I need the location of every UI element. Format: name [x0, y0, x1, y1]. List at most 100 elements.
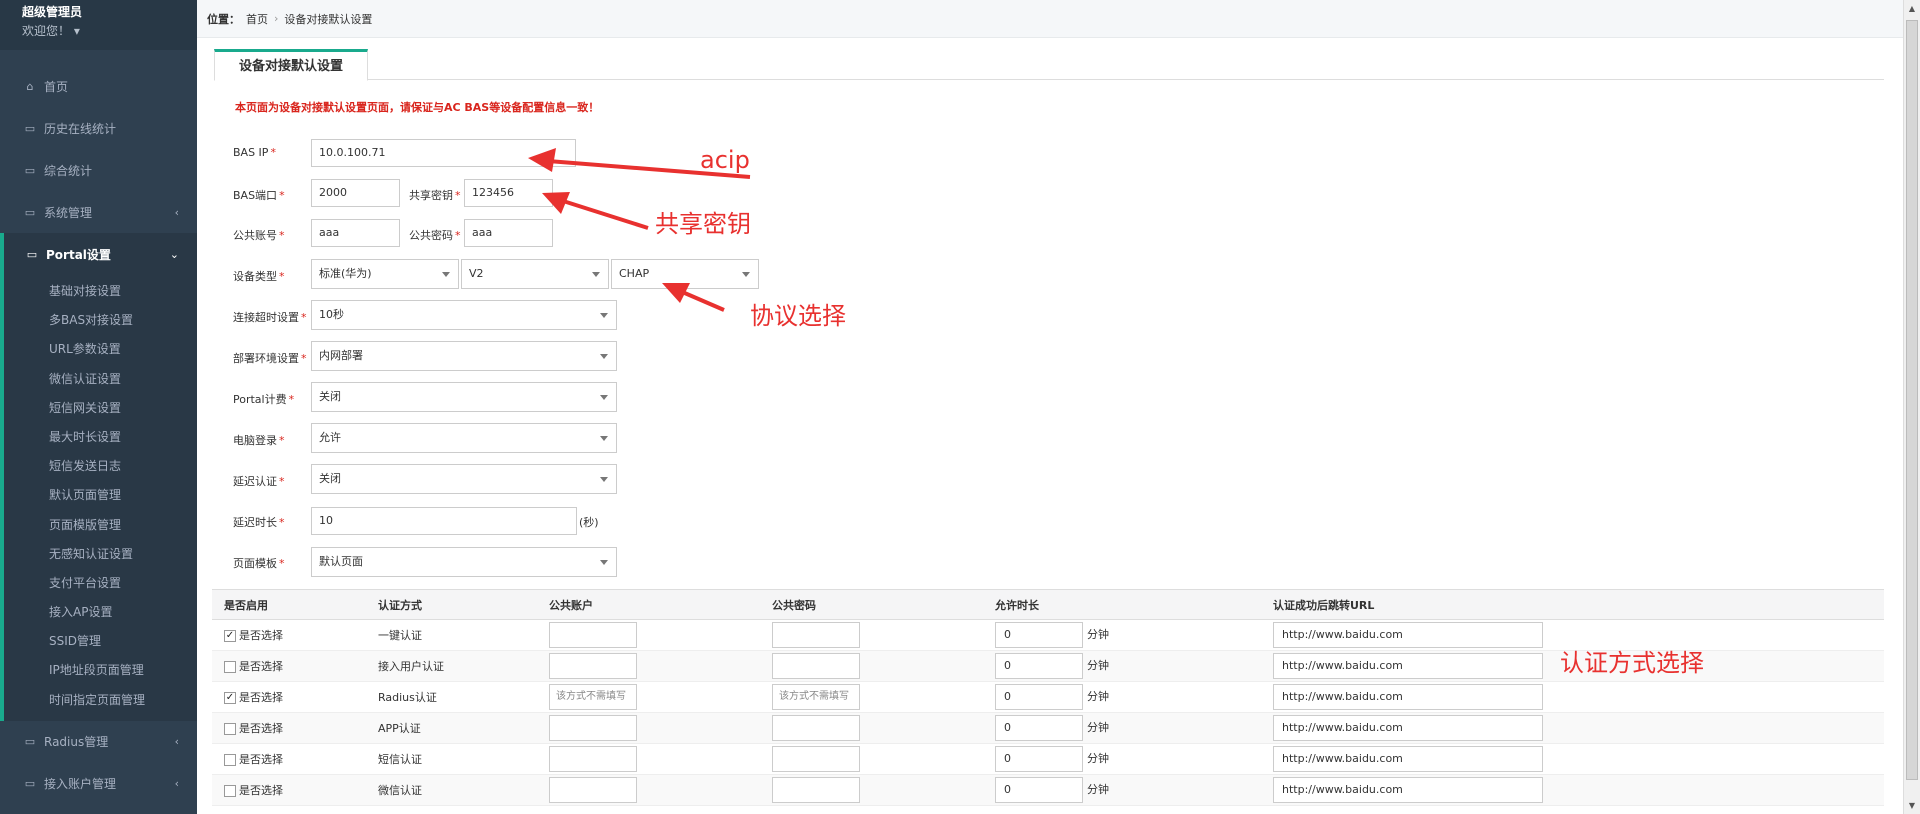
- version-select[interactable]: V2: [461, 259, 609, 289]
- chevron-left-icon: ‹: [174, 205, 179, 219]
- monitor-icon: ▭: [26, 247, 38, 261]
- public-password-input[interactable]: [772, 715, 860, 741]
- caret-down-icon: ▾: [73, 24, 80, 38]
- public-password-input[interactable]: aaa: [464, 219, 553, 247]
- chevron-down-icon: ⌄: [169, 247, 179, 261]
- monitor-icon: ▭: [24, 163, 36, 177]
- submenu-item[interactable]: 最大时长设置: [4, 423, 197, 452]
- enable-checkbox[interactable]: [224, 754, 236, 766]
- breadcrumb-separator: ›: [274, 12, 279, 25]
- submenu-item[interactable]: IP地址段页面管理: [4, 656, 197, 685]
- welcome-text[interactable]: 欢迎您！ ▾: [22, 22, 197, 39]
- monitor-icon: ▭: [24, 777, 36, 791]
- delay-time-input[interactable]: 10: [311, 507, 577, 535]
- submenu-item[interactable]: 短信网关设置: [4, 394, 197, 423]
- timeout-select[interactable]: 10秒: [311, 300, 617, 330]
- nav-item-accounts[interactable]: ▭ 接入账户管理 ‹: [0, 763, 197, 805]
- public-account-input[interactable]: [549, 653, 637, 679]
- delay-auth-select[interactable]: 关闭: [311, 464, 617, 494]
- device-type-select[interactable]: 标准(华为): [311, 259, 459, 289]
- user-profile[interactable]: 超级管理员 欢迎您！ ▾: [0, 0, 197, 50]
- tab-device-default-settings[interactable]: 设备对接默认设置: [214, 49, 369, 81]
- annotation-shared-secret: 共享密钥: [655, 210, 751, 238]
- public-password-input[interactable]: [772, 622, 860, 648]
- auth-method-name: 一键认证: [366, 619, 537, 651]
- redirect-url-input[interactable]: http://www.baidu.com: [1273, 622, 1543, 648]
- caret-down-icon: [742, 272, 750, 277]
- redirect-url-input[interactable]: http://www.baidu.com: [1273, 715, 1543, 741]
- redirect-url-input[interactable]: http://www.baidu.com: [1273, 653, 1543, 679]
- public-password-input[interactable]: [772, 746, 860, 772]
- scrollbar-thumb[interactable]: [1906, 20, 1918, 780]
- submenu-item[interactable]: 接入AP设置: [4, 598, 197, 627]
- submenu-item[interactable]: 默认页面管理: [4, 481, 197, 510]
- submenu-item[interactable]: URL参数设置: [4, 335, 197, 364]
- pc-login-label: 电脑登录 *: [233, 434, 285, 447]
- allowed-time-input[interactable]: 0: [995, 746, 1083, 772]
- notice-text: 本页面为设备对接默认设置页面，请保证与AC BAS等设备配置信息一致！: [235, 101, 600, 114]
- breadcrumb-home-link[interactable]: 首页: [246, 11, 268, 27]
- public-account-input[interactable]: aaa: [311, 219, 400, 247]
- nav-item-radius[interactable]: ▭ Radius管理 ‹: [0, 721, 197, 763]
- billing-select[interactable]: 关闭: [311, 382, 617, 412]
- nav-item-portal[interactable]: ▭ Portal设置 ⌄: [0, 233, 197, 275]
- allowed-time-input[interactable]: 0: [995, 653, 1083, 679]
- scroll-down-icon[interactable]: ▼: [1904, 797, 1920, 814]
- allowed-time-input[interactable]: 0: [995, 684, 1083, 710]
- nav-item-home[interactable]: ⌂ 首页: [0, 65, 197, 107]
- submenu-item[interactable]: SSID管理: [4, 627, 197, 656]
- public-password-input[interactable]: [772, 653, 860, 679]
- submenu-item[interactable]: 微信认证设置: [4, 365, 197, 394]
- enable-checkbox[interactable]: [224, 661, 236, 673]
- template-select[interactable]: 默认页面: [311, 547, 617, 577]
- deploy-select[interactable]: 内网部署: [311, 341, 617, 371]
- submenu-item[interactable]: 支付平台设置: [4, 569, 197, 598]
- submenu-item[interactable]: 页面模版管理: [4, 511, 197, 540]
- scroll-up-icon[interactable]: ▲: [1904, 0, 1920, 17]
- annotation-acip: acip: [700, 146, 750, 174]
- redirect-url-input[interactable]: http://www.baidu.com: [1273, 777, 1543, 803]
- shared-secret-input[interactable]: 123456: [464, 179, 553, 207]
- allowed-time-input[interactable]: 0: [995, 777, 1083, 803]
- pc-login-select[interactable]: 允许: [311, 423, 617, 453]
- vertical-scrollbar[interactable]: ▲ ▼: [1903, 0, 1920, 814]
- deploy-label: 部署环境设置 *: [233, 352, 307, 365]
- enable-checkbox[interactable]: ✓: [224, 630, 236, 642]
- submenu-item[interactable]: 时间指定页面管理: [4, 686, 197, 715]
- bas-ip-label: BAS IP *: [233, 146, 276, 159]
- public-account-input[interactable]: [549, 777, 637, 803]
- public-account-input[interactable]: [549, 622, 637, 648]
- bas-port-input[interactable]: 2000: [311, 179, 400, 207]
- public-password-input[interactable]: [772, 777, 860, 803]
- enable-checkbox[interactable]: [224, 785, 236, 797]
- bas-ip-input[interactable]: 10.0.100.71: [311, 139, 576, 167]
- protocol-select[interactable]: CHAP: [611, 259, 759, 289]
- nav-item-overall-stats[interactable]: ▭ 综合统计: [0, 149, 197, 191]
- public-password-label: 公共密码 *: [409, 229, 461, 242]
- auth-method-name: 接入用户认证: [366, 650, 537, 682]
- column-header: 是否启用: [212, 589, 366, 620]
- delay-auth-label: 延迟认证 *: [233, 475, 285, 488]
- submenu-item[interactable]: 多BAS对接设置: [4, 306, 197, 335]
- public-account-input[interactable]: 该方式不需填写: [549, 684, 637, 710]
- redirect-url-input[interactable]: http://www.baidu.com: [1273, 684, 1543, 710]
- nav-item-system[interactable]: ▭ 系统管理 ‹: [0, 191, 197, 233]
- bas-port-label: BAS端口 *: [233, 189, 285, 202]
- nav-item-history-stats[interactable]: ▭ 历史在线统计: [0, 107, 197, 149]
- allowed-time-input[interactable]: 0: [995, 715, 1083, 741]
- caret-down-icon: [600, 395, 608, 400]
- column-header: 允许时长: [983, 589, 1261, 620]
- enable-checkbox[interactable]: ✓: [224, 692, 236, 704]
- submenu-item[interactable]: 基础对接设置: [4, 277, 197, 306]
- enable-checkbox[interactable]: [224, 723, 236, 735]
- allowed-time-input[interactable]: 0: [995, 622, 1083, 648]
- caret-down-icon: [442, 272, 450, 277]
- redirect-url-input[interactable]: http://www.baidu.com: [1273, 746, 1543, 772]
- caret-down-icon: [600, 436, 608, 441]
- public-account-input[interactable]: [549, 746, 637, 772]
- delay-time-unit: (秒): [579, 516, 599, 529]
- submenu-item[interactable]: 短信发送日志: [4, 452, 197, 481]
- public-account-input[interactable]: [549, 715, 637, 741]
- public-password-input[interactable]: 该方式不需填写: [772, 684, 860, 710]
- submenu-item[interactable]: 无感知认证设置: [4, 540, 197, 569]
